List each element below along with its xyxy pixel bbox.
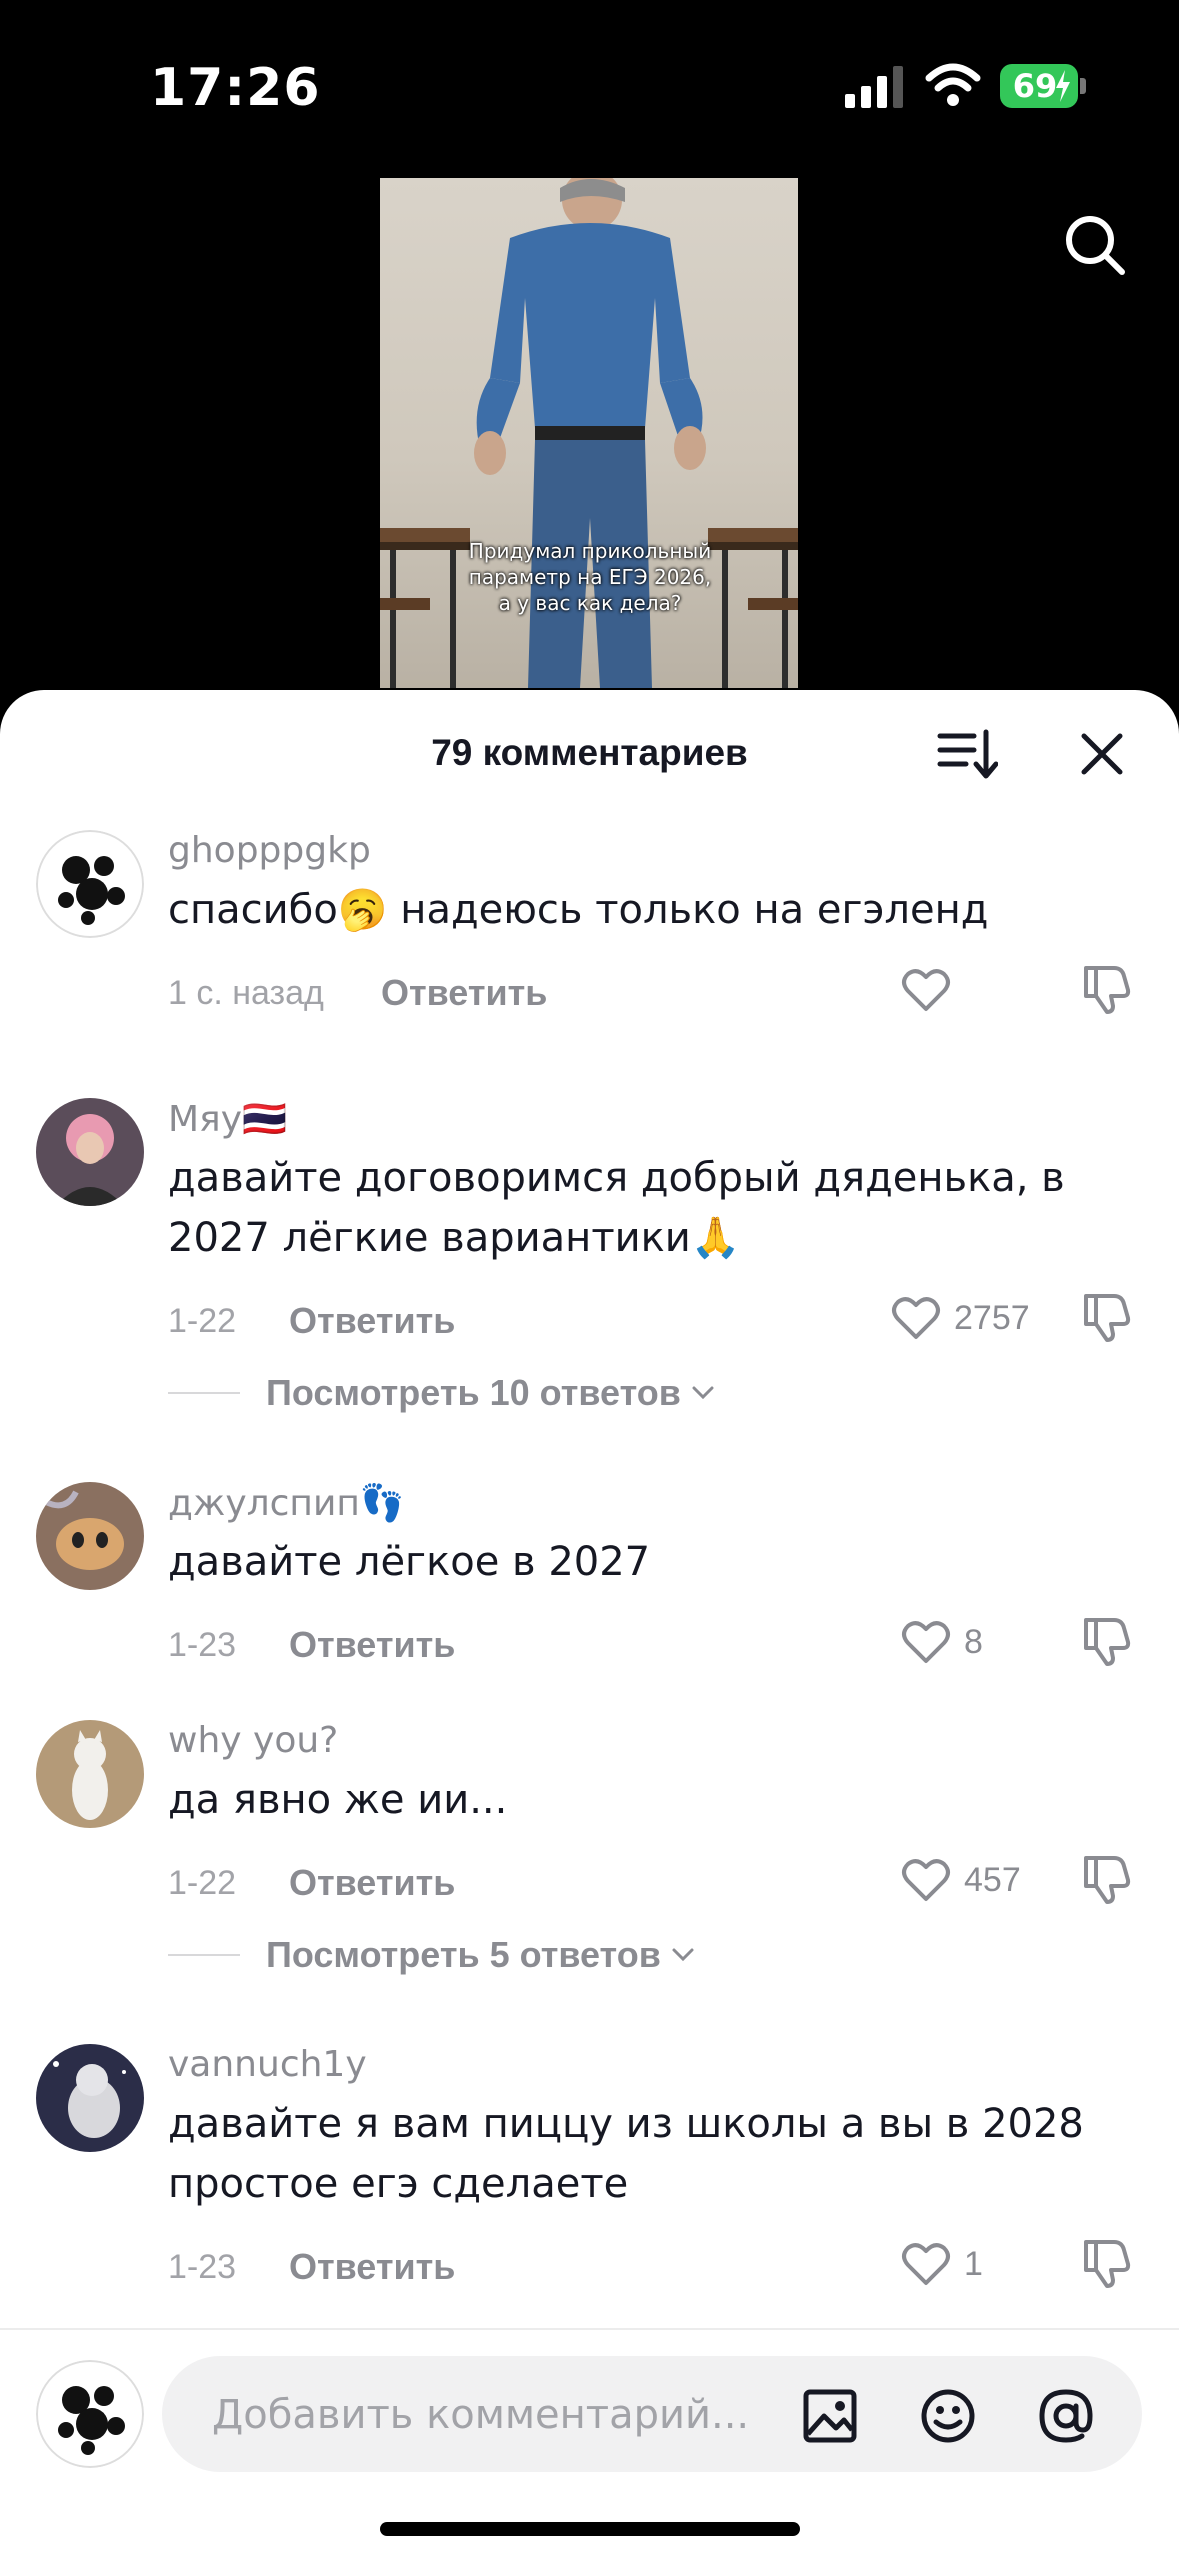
like-count: 1 xyxy=(964,2244,983,2283)
comment-username[interactable]: vannuch1y xyxy=(168,2044,367,2085)
reply-button[interactable]: Ответить xyxy=(289,1300,455,1342)
comment-time: 1-23 xyxy=(168,1626,237,1664)
comment-username[interactable]: Мяу🇹🇭 xyxy=(168,1098,287,1140)
heart-icon xyxy=(892,1297,940,1339)
search-icon[interactable] xyxy=(1062,212,1128,278)
comment-input-bar: Добавить комментарий... xyxy=(0,2328,1179,2556)
replies-divider xyxy=(168,1954,240,1956)
comment-time: 1 с. назад xyxy=(168,974,324,1012)
battery-nub xyxy=(1080,78,1086,94)
emoji-icon[interactable] xyxy=(918,2386,978,2446)
avatar[interactable] xyxy=(36,1720,144,1828)
view-replies-button[interactable]: Посмотреть 5 ответов xyxy=(168,1930,697,1980)
chevron-down-icon xyxy=(692,1386,714,1400)
like-button[interactable]: 1 xyxy=(900,2234,983,2294)
heart-icon xyxy=(902,969,950,1011)
comment-text: спасибо🥱 надеюсь только на егэленд xyxy=(168,887,989,933)
status-bar: 17:26 69 xyxy=(0,0,1179,170)
dislike-icon[interactable] xyxy=(1078,1852,1132,1906)
video-area[interactable]: Придумал прикольный параметр на ЕГЭ 2026… xyxy=(0,170,1179,690)
comment-input[interactable]: Добавить комментарий... xyxy=(162,2356,1142,2472)
reply-button[interactable]: Ответить xyxy=(289,2246,455,2288)
like-count: 2757 xyxy=(954,1298,1030,1337)
comment-username[interactable]: джулспип👣 xyxy=(168,1482,405,1524)
comment-text: да явно же ии... xyxy=(168,1777,508,1823)
battery-icon: 69 xyxy=(1000,64,1078,108)
comments-count-title: 79 комментариев xyxy=(431,732,748,773)
reply-button[interactable]: Ответить xyxy=(381,972,547,1014)
dislike-icon[interactable] xyxy=(1078,1290,1132,1344)
reply-button[interactable]: Ответить xyxy=(289,1862,455,1904)
user-avatar[interactable] xyxy=(36,2360,144,2468)
heart-icon xyxy=(902,1621,950,1663)
comment-time: 1-22 xyxy=(168,1864,237,1902)
avatar[interactable] xyxy=(36,2044,144,2152)
video-thumbnail[interactable]: Придумал прикольный параметр на ЕГЭ 2026… xyxy=(380,178,798,688)
comment-time: 1-23 xyxy=(168,2248,237,2286)
battery-level: 69 xyxy=(1012,67,1058,105)
comment-text: давайте договоримся добрый дяденька, в 2… xyxy=(168,1155,1065,1261)
status-time: 17:26 xyxy=(150,58,321,118)
comments-sheet: 79 комментариев ghopppgkp спасибо🥱 надею… xyxy=(0,690,1179,2556)
view-replies-button[interactable]: Посмотреть 10 ответов xyxy=(168,1368,717,1418)
like-button[interactable]: 457 xyxy=(900,1850,1021,1910)
like-count: 457 xyxy=(964,1860,1021,1899)
heart-icon xyxy=(902,1859,950,1901)
home-indicator xyxy=(380,2522,800,2536)
view-replies-label: Посмотреть 10 ответов xyxy=(266,1372,681,1413)
like-button[interactable]: 2757 xyxy=(890,1288,1030,1348)
avatar[interactable] xyxy=(36,1482,144,1590)
comment-input-placeholder: Добавить комментарий... xyxy=(212,2392,750,2438)
dislike-icon[interactable] xyxy=(1078,1614,1132,1668)
view-replies-label: Посмотреть 5 ответов xyxy=(266,1934,661,1975)
like-button[interactable]: 8 xyxy=(900,1612,983,1672)
avatar[interactable] xyxy=(36,830,144,938)
like-button[interactable] xyxy=(900,960,964,1020)
comment-time: 1-22 xyxy=(168,1302,237,1340)
avatar[interactable] xyxy=(36,1098,144,1206)
chevron-down-icon xyxy=(672,1948,694,1962)
sort-icon[interactable] xyxy=(936,726,998,782)
dislike-icon[interactable] xyxy=(1078,2236,1132,2290)
image-icon[interactable] xyxy=(800,2386,860,2446)
replies-divider xyxy=(168,1392,240,1394)
comment-text: давайте я вам пиццу из школы а вы в 2028… xyxy=(168,2101,1084,2207)
comment-username[interactable]: why you? xyxy=(168,1720,338,1761)
like-count: 8 xyxy=(964,1622,983,1661)
signal-icon xyxy=(845,66,903,108)
reply-button[interactable]: Ответить xyxy=(289,1624,455,1666)
comment-username[interactable]: ghopppgkp xyxy=(168,830,371,871)
mention-icon[interactable] xyxy=(1036,2386,1096,2446)
comment-text: давайте лёгкое в 2027 xyxy=(168,1539,651,1585)
heart-icon xyxy=(902,2243,950,2285)
dislike-icon[interactable] xyxy=(1078,962,1132,1016)
close-icon[interactable] xyxy=(1076,728,1128,780)
wifi-icon xyxy=(925,63,981,106)
video-caption: Придумал прикольный параметр на ЕГЭ 2026… xyxy=(468,539,712,615)
